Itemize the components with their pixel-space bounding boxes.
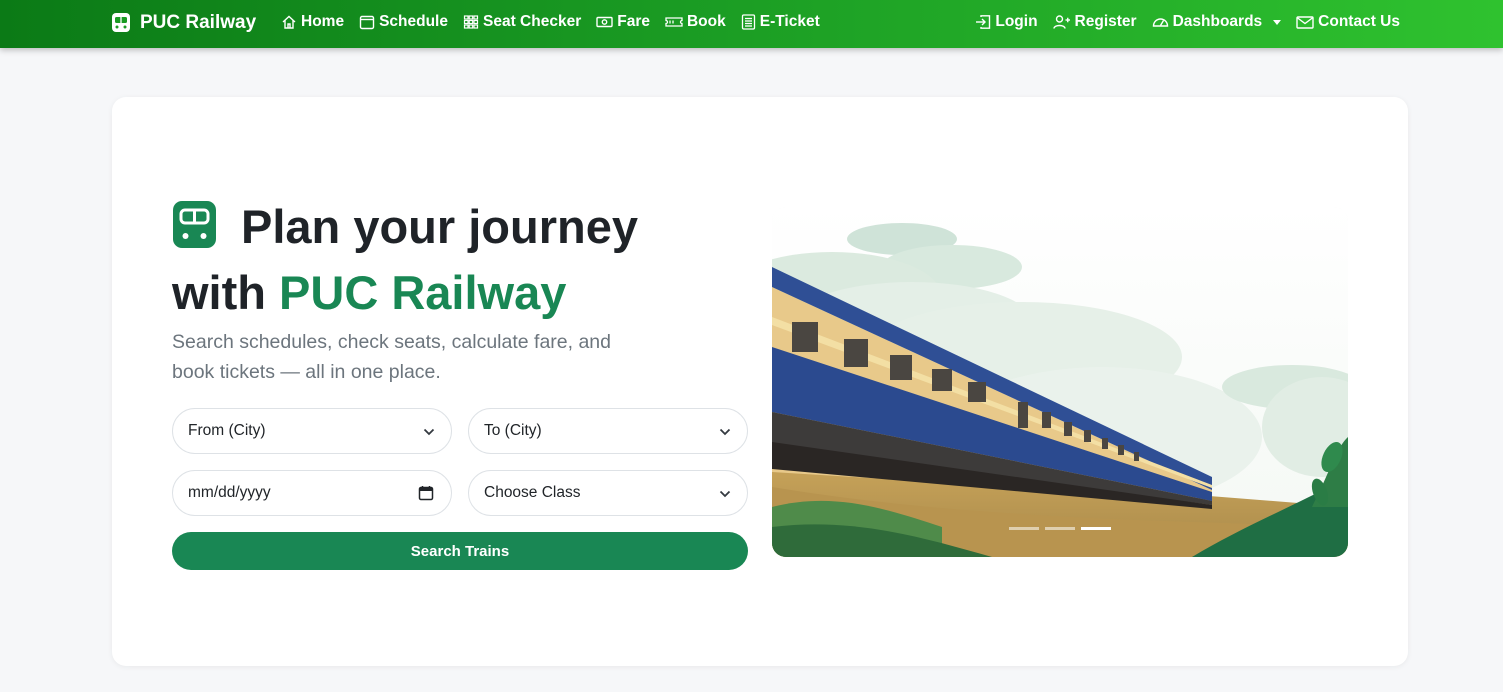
nav-register[interactable]: Register xyxy=(1052,13,1137,31)
nav-fare[interactable]: Fare xyxy=(596,13,650,31)
to-city-select[interactable]: To (City) xyxy=(468,408,748,454)
login-icon xyxy=(975,14,991,30)
chevron-down-icon xyxy=(719,490,731,498)
nav-home[interactable]: Home xyxy=(281,13,344,31)
search-trains-button[interactable]: Search Trains xyxy=(172,532,748,570)
from-city-select[interactable]: From (City) xyxy=(172,408,452,454)
navbar: PUC Railway Home Schedule Seat Checker F… xyxy=(0,0,1503,48)
train-icon xyxy=(172,200,217,263)
nav-home-label: Home xyxy=(301,13,345,30)
hero-title-with: with xyxy=(172,266,266,319)
calendar-icon[interactable] xyxy=(418,485,434,501)
chevron-down-icon xyxy=(423,428,435,436)
chevron-down-icon xyxy=(1273,19,1282,25)
nav-schedule[interactable]: Schedule xyxy=(359,13,448,31)
carousel-indicators xyxy=(1009,527,1111,530)
from-city-label: From (City) xyxy=(188,422,266,439)
nav-right: Login Register Dashboards Contact Us xyxy=(975,0,1400,44)
brand-name: PUC Railway xyxy=(140,12,257,33)
date-placeholder: mm/dd/yyyy xyxy=(188,484,271,501)
date-input[interactable]: mm/dd/yyyy xyxy=(172,470,452,516)
hero-carousel[interactable] xyxy=(772,207,1348,557)
nav-schedule-label: Schedule xyxy=(379,13,448,30)
nav-seat-checker-label: Seat Checker xyxy=(483,13,582,30)
carousel-indicator-2[interactable] xyxy=(1045,527,1075,530)
nav-fare-label: Fare xyxy=(617,13,650,30)
carousel-indicator-3[interactable] xyxy=(1081,527,1111,530)
ticket-icon xyxy=(665,14,683,30)
document-icon xyxy=(741,14,756,30)
class-label: Choose Class xyxy=(484,484,581,501)
hero-title-line1: Plan your journey xyxy=(241,200,638,253)
hero-title: Plan your journey with PUC Railway xyxy=(172,197,732,322)
class-select[interactable]: Choose Class xyxy=(468,470,748,516)
nav-left: Home Schedule Seat Checker Fare Book E-T… xyxy=(281,0,820,44)
train-icon xyxy=(111,12,131,34)
nav-book-label: Book xyxy=(686,13,726,30)
grid-icon xyxy=(463,14,479,30)
nav-seat-checker[interactable]: Seat Checker xyxy=(463,13,581,31)
nav-login-label: Login xyxy=(995,13,1038,30)
nav-register-label: Register xyxy=(1074,13,1137,30)
nav-contact-label: Contact Us xyxy=(1318,13,1400,30)
calendar-icon xyxy=(359,14,375,30)
hero-subtitle: Search schedules, check seats, calculate… xyxy=(172,331,611,383)
nav-contact[interactable]: Contact Us xyxy=(1296,13,1400,31)
nav-login[interactable]: Login xyxy=(975,13,1038,31)
nav-eticket[interactable]: E-Ticket xyxy=(741,13,820,31)
chevron-down-icon xyxy=(719,428,731,436)
nav-dashboards-label: Dashboards xyxy=(1172,13,1263,30)
nav-dashboards-dropdown[interactable]: Dashboards xyxy=(1152,13,1282,31)
train-illustration xyxy=(772,207,1348,557)
hero-title-brand: PUC Railway xyxy=(279,266,567,319)
envelope-icon xyxy=(1296,14,1314,30)
carousel-indicator-1[interactable] xyxy=(1009,527,1039,530)
nav-eticket-label: E-Ticket xyxy=(759,13,820,30)
speedometer-icon xyxy=(1152,14,1169,30)
cash-icon xyxy=(596,14,613,30)
home-icon xyxy=(281,14,297,30)
nav-book[interactable]: Book xyxy=(665,13,726,31)
brand-link[interactable]: PUC Railway xyxy=(111,9,256,37)
to-city-label: To (City) xyxy=(484,422,542,439)
person-add-icon xyxy=(1052,14,1071,30)
